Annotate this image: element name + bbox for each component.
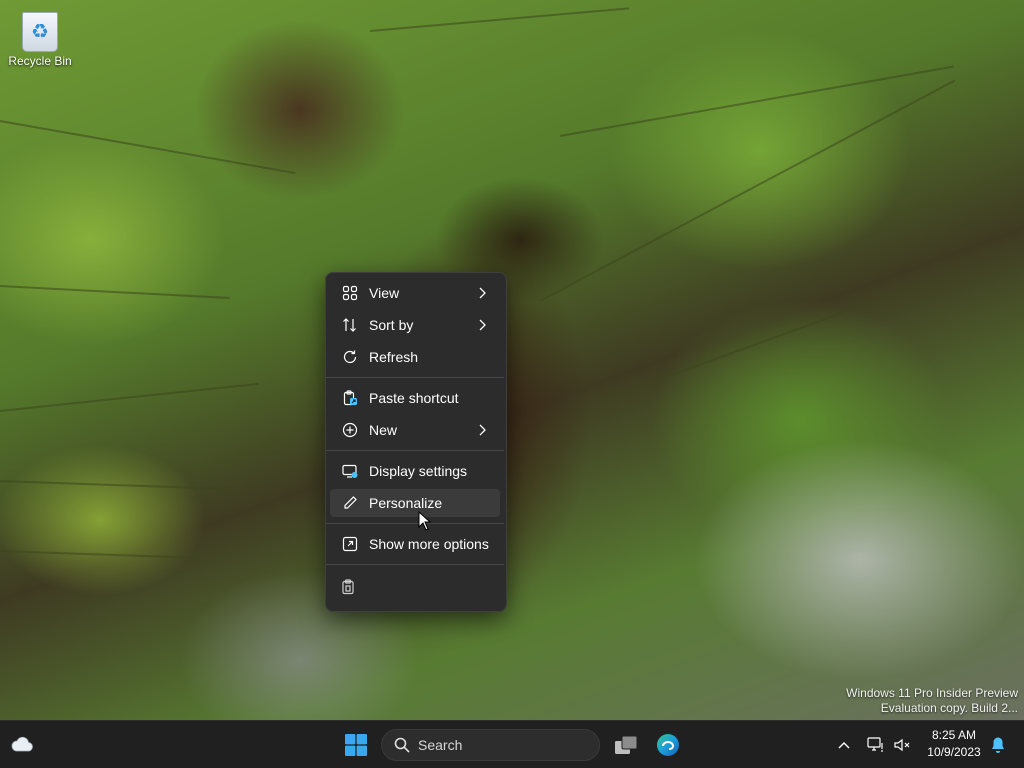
bell-icon	[992, 737, 1004, 753]
menu-item-label: Paste shortcut	[369, 390, 459, 406]
search-icon	[394, 737, 410, 753]
windows-watermark: Windows 11 Pro Insider Preview Evaluatio…	[846, 686, 1018, 716]
menu-separator	[326, 523, 504, 524]
edge-browser-button[interactable]	[652, 729, 684, 761]
volume-muted-icon	[894, 738, 910, 752]
task-view-icon	[615, 735, 638, 754]
open-external-icon	[340, 534, 360, 554]
taskbar-clock[interactable]: 8:25 AM 10/9/2023	[918, 727, 990, 761]
widgets-weather-button[interactable]	[8, 729, 38, 759]
menu-item-new[interactable]: New	[330, 416, 500, 444]
recycle-bin-icon	[22, 12, 58, 52]
new-plus-icon	[340, 420, 360, 440]
menu-bottom-paste-button[interactable]	[330, 573, 364, 601]
menu-item-view[interactable]: View	[330, 279, 500, 307]
menu-separator	[326, 450, 504, 451]
menu-item-show-more-options[interactable]: Show more options	[330, 530, 500, 558]
desktop-context-menu: View Sort by Refresh Paste shortcut New …	[325, 272, 507, 612]
grid-view-icon	[340, 283, 360, 303]
chevron-right-icon	[474, 319, 490, 331]
menu-item-display-settings[interactable]: Display settings	[330, 457, 500, 485]
search-placeholder: Search	[418, 737, 463, 753]
paste-icon	[340, 577, 356, 597]
menu-item-label: New	[369, 422, 398, 438]
refresh-icon	[340, 347, 360, 367]
menu-item-label: Sort by	[369, 317, 414, 333]
menu-separator	[326, 377, 504, 378]
clock-time: 8:25 AM	[931, 728, 977, 742]
taskbar: Search 8:25 AM 10/9/2023	[0, 720, 1024, 768]
show-hidden-icons-button[interactable]	[832, 733, 856, 757]
sort-icon	[340, 315, 360, 335]
chevron-right-icon	[474, 287, 490, 299]
menu-item-paste-shortcut[interactable]: Paste shortcut	[330, 384, 500, 412]
menu-separator	[326, 564, 504, 565]
volume-button[interactable]	[890, 733, 914, 757]
watermark-line-2: Evaluation copy. Build 2...	[880, 701, 1018, 715]
mouse-cursor-icon	[418, 510, 432, 536]
network-status-button[interactable]	[864, 733, 888, 757]
notifications-button[interactable]	[986, 733, 1010, 757]
cloud-icon	[11, 736, 33, 752]
menu-item-label: Show more options	[369, 536, 489, 552]
menu-item-label: Display settings	[369, 463, 468, 479]
menu-item-label: Refresh	[369, 349, 419, 365]
edge-icon	[657, 734, 679, 756]
paste-shortcut-icon	[340, 388, 360, 408]
menu-item-label: Personalize	[369, 495, 443, 511]
start-icon	[345, 734, 367, 756]
menu-item-label: View	[369, 285, 400, 301]
chevron-right-icon	[474, 424, 490, 436]
recycle-bin-desktop-icon[interactable]: Recycle Bin	[6, 8, 74, 74]
network-icon	[867, 737, 883, 752]
recycle-bin-label: Recycle Bin	[8, 54, 72, 68]
task-view-button[interactable]	[610, 729, 642, 761]
menu-item-refresh[interactable]: Refresh	[330, 343, 500, 371]
desktop[interactable]: Recycle Bin Windows 11 Pro Insider Previ…	[0, 0, 1024, 720]
clock-date: 10/9/2023	[927, 745, 981, 759]
chevron-up-icon	[838, 742, 850, 749]
menu-item-personalize[interactable]: Personalize	[330, 489, 500, 517]
start-button[interactable]	[340, 729, 372, 761]
taskbar-search-box[interactable]: Search	[381, 729, 600, 761]
display-settings-icon	[340, 461, 360, 481]
pencil-icon	[340, 493, 360, 513]
menu-item-sort-by[interactable]: Sort by	[330, 311, 500, 339]
watermark-line-1: Windows 11 Pro Insider Preview	[846, 686, 1018, 700]
